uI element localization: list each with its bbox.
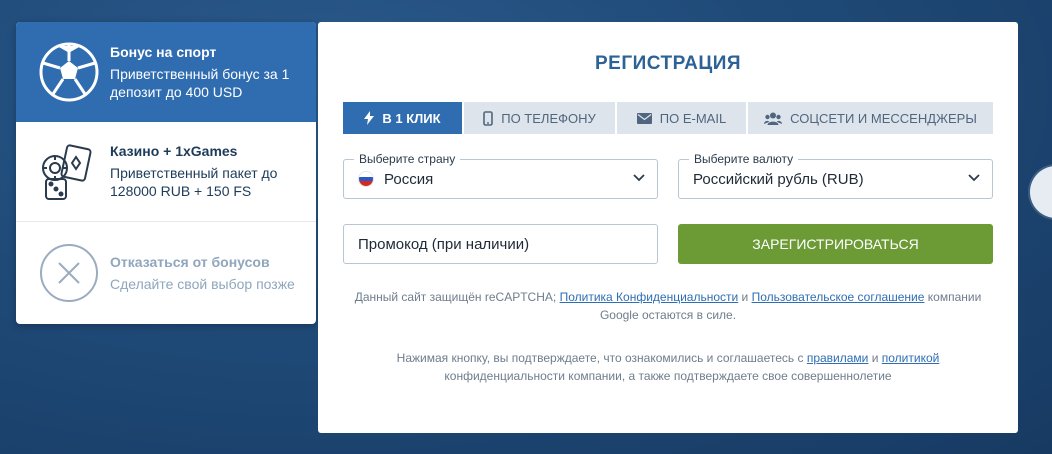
bonus-option-casino[interactable]: Казино + 1xGames Приветственный пакет до…: [16, 122, 316, 222]
notice-text: и: [738, 290, 752, 304]
notice-text: Нажимая кнопку, вы подтверждаете, что оз…: [396, 351, 807, 365]
tab-label: В 1 КЛИК: [382, 110, 441, 126]
tab-email[interactable]: ПО E-MAIL: [617, 102, 748, 134]
tab-phone[interactable]: ПО ТЕЛЕФОНУ: [464, 102, 617, 134]
chevron-down-icon: [633, 174, 645, 182]
currency-select-label: Выберите валюту: [689, 152, 799, 166]
soccer-ball-icon: [36, 39, 102, 105]
promo-code-input[interactable]: Промокод (при наличии): [343, 224, 658, 264]
phone-icon: [483, 110, 494, 126]
tab-label: ПО E-MAIL: [659, 110, 727, 126]
currency-select[interactable]: Выберите валюту Российский рубль (RUB): [678, 152, 993, 199]
notice-text: конфиденциальности компании, а также под…: [444, 369, 892, 383]
bonus-description: депозит до 400 USD: [110, 83, 243, 100]
close-circle-icon: [36, 240, 102, 306]
policy-link[interactable]: политикой: [882, 351, 940, 365]
bonus-option-sport[interactable]: Бонус на спорт Приветственный бонус за 1…: [16, 22, 316, 122]
bonus-description: Приветственный бонус за 1: [110, 65, 290, 82]
tab-label: СОЦСЕТИ И МЕССЕНДЖЕРЫ: [790, 110, 977, 126]
bonus-title: Отказаться от бонусов: [110, 253, 270, 270]
casino-cards-dice-icon: [36, 139, 102, 205]
rules-link[interactable]: правилами: [807, 351, 869, 365]
lightning-icon: [364, 111, 375, 125]
country-select-label: Выберите страну: [354, 152, 461, 166]
notice-text: и: [868, 351, 882, 365]
bonus-title: Бонус на спорт: [110, 43, 217, 60]
consent-notice: Нажимая кнопку, вы подтверждаете, что оз…: [343, 349, 993, 385]
user-agreement-link[interactable]: Пользовательское соглашение: [752, 290, 925, 304]
page-title: РЕГИСТРАЦИЯ: [594, 53, 742, 74]
russia-flag-icon: [358, 171, 374, 187]
privacy-policy-link[interactable]: Политика Конфиденциальности: [560, 290, 739, 304]
register-button[interactable]: ЗАРЕГИСТРИРОВАТЬСЯ: [678, 224, 993, 264]
bonus-option-decline[interactable]: Отказаться от бонусов Сделайте свой выбо…: [16, 222, 316, 324]
recaptcha-notice: Данный сайт защищён reCAPTCHA; Политика …: [343, 288, 993, 324]
country-select-value: Россия: [384, 170, 434, 188]
tab-one-click[interactable]: В 1 КЛИК: [343, 102, 464, 134]
registration-tabs: В 1 КЛИК ПО ТЕЛЕФОНУ ПО E-MAIL СОЦСЕТИ И…: [343, 102, 993, 134]
users-icon: [764, 112, 783, 125]
registration-form: РЕГИСТРАЦИЯ В 1 КЛИК ПО ТЕЛЕФОНУ ПО E-MA…: [318, 22, 1018, 433]
notice-text: Данный сайт защищён reCAPTCHA;: [354, 290, 560, 304]
country-select[interactable]: Выберите страну Россия: [343, 152, 658, 199]
bonus-description: Приветственный пакет до: [110, 165, 278, 181]
tab-social[interactable]: СОЦСЕТИ И МЕССЕНДЖЕРЫ: [748, 102, 993, 134]
background-decoration: [1030, 166, 1052, 218]
chevron-down-icon: [968, 174, 980, 182]
tab-label: ПО ТЕЛЕФОНУ: [501, 110, 596, 126]
promo-code-placeholder: Промокод (при наличии): [358, 235, 530, 253]
bonus-description: 128000 RUB + 150 FS: [110, 183, 252, 199]
envelope-icon: [636, 112, 652, 124]
currency-select-value: Российский рубль (RUB): [693, 170, 864, 188]
bonus-description: Сделайте свой выбор позже: [110, 275, 295, 292]
bonus-title: Казино + 1xGames: [110, 143, 238, 159]
bonus-selector: Бонус на спорт Приветственный бонус за 1…: [16, 22, 316, 324]
